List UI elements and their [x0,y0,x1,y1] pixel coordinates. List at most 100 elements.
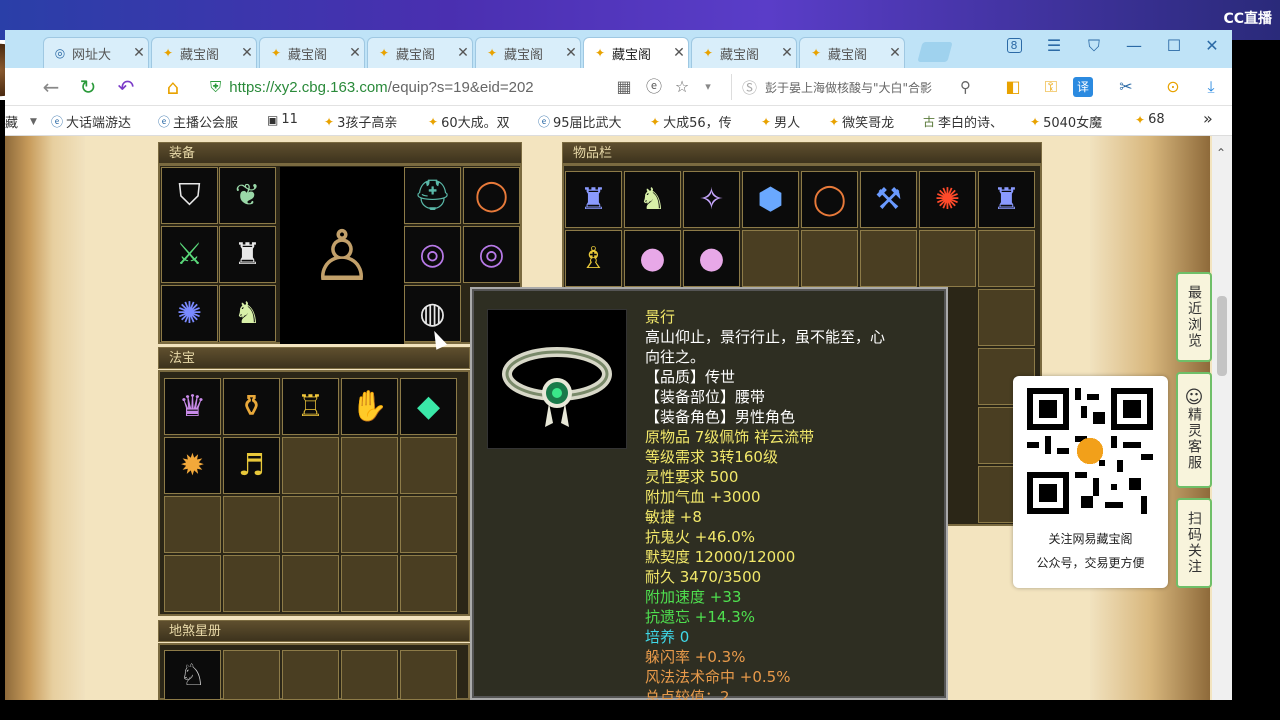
tab-2[interactable]: ✦ 藏宝阁 ✕ [259,37,365,68]
close-icon[interactable]: ✕ [562,45,580,61]
key-icon[interactable]: ⚿ [1038,75,1064,99]
bookmark-8[interactable]: ✦ 男人 [761,112,800,132]
search-input[interactable]: Ⓢ 彭于晏上海做核酸与"大白"合影 ⚲ [731,74,985,100]
more-icon[interactable]: ⊙ [1160,75,1186,99]
tab-1[interactable]: ✦ 藏宝阁 ✕ [151,37,257,68]
fabao-slot-3[interactable]: ♖ [282,378,339,435]
equip-slot-ring2[interactable]: ◯ [463,167,520,224]
close-icon[interactable]: ✕ [454,45,472,61]
chevron-down-icon[interactable]: ▾ [695,75,721,99]
bookmark-3[interactable]: ▣ 11 [267,112,298,127]
equip-slot-boots[interactable]: ♞ [219,285,276,342]
fabao-slot-2[interactable]: ⚱ [223,378,280,435]
close-window-button[interactable]: ✕ [1198,34,1226,58]
close-icon[interactable]: ✕ [778,45,796,61]
inventory-slot-6[interactable]: ⚒ [860,171,917,228]
new-tab-button[interactable] [917,42,953,62]
star-slot-empty[interactable] [341,650,398,700]
inventory-slot-5[interactable]: ◯ [801,171,858,228]
equip-slot-armor[interactable]: ♜ [219,226,276,283]
equip-slot-bracelet1[interactable]: ◎ [404,226,461,283]
tab-0[interactable]: ◎ 网址大 ✕ [43,37,149,68]
inventory-slot-1[interactable]: ♜ [565,171,622,228]
fabao-slot-7[interactable]: ♬ [223,437,280,494]
recent-views-button[interactable]: 最近浏览 [1176,272,1212,362]
more-bookmarks-icon[interactable]: » [1203,109,1213,128]
star-slot-1[interactable]: ♘ [164,650,221,700]
refresh-icon[interactable]: ↻ [75,75,101,99]
bookmark-1[interactable]: ⓔ 大话端游达 [51,112,131,131]
close-icon[interactable]: ✕ [238,45,256,61]
qr-scan-icon[interactable]: ▦ [611,75,637,99]
equip-slot-ring1[interactable]: ⛑ [404,167,461,224]
inventory-slot-4[interactable]: ⬢ [742,171,799,228]
fabao-slot-empty[interactable] [341,437,398,494]
equip-slot-necklace[interactable]: ❦ [219,167,276,224]
fairy-service-button[interactable]: ☺ 精灵客服 [1176,372,1212,488]
fabao-slot-empty[interactable] [282,496,339,553]
tab-6[interactable]: ✦ 藏宝阁 ✕ [691,37,797,68]
equip-slot-accessory[interactable]: ✺ [161,285,218,342]
maximize-button[interactable]: ☐ [1160,34,1188,58]
extension-icon[interactable]: ◧ [1000,75,1026,99]
bookmark-5[interactable]: ✦ 60大成。双 [428,112,510,132]
scan-follow-button[interactable]: 扫码关注 [1176,498,1212,588]
tab-count-badge[interactable]: 8 [1000,34,1028,58]
close-icon[interactable]: ✕ [886,45,904,61]
equip-slot-weapon[interactable]: ⚔ [161,226,218,283]
skin-icon[interactable]: ⛉ [1080,34,1108,58]
reader-icon[interactable]: ⓔ [641,75,667,99]
fabao-slot-empty[interactable] [341,555,398,612]
inventory-slot-9[interactable]: ♗ [565,230,622,287]
fabao-slot-empty[interactable] [223,496,280,553]
fabao-slot-6[interactable]: ✹ [164,437,221,494]
star-slot-empty[interactable] [400,650,457,700]
fabao-slot-1[interactable]: ♛ [164,378,221,435]
translate-icon[interactable]: 译 [1073,77,1093,97]
home-icon[interactable]: ⌂ [160,75,186,99]
close-icon[interactable]: ✕ [130,45,148,61]
inventory-slot-empty[interactable] [919,230,976,287]
fabao-slot-empty[interactable] [223,555,280,612]
inventory-slot-empty[interactable] [801,230,858,287]
bookmark-9[interactable]: ✦ 微笑哥龙 [829,112,894,132]
back-icon[interactable]: ← [38,75,64,99]
star-slot-empty[interactable] [223,650,280,700]
bookmark-6[interactable]: ⓔ 95届比武大 [538,112,622,131]
download-icon[interactable]: ⤓ [1198,75,1224,99]
fabao-slot-empty[interactable] [400,496,457,553]
close-icon[interactable]: ✕ [670,45,688,61]
undo-icon[interactable]: ↶ [113,75,139,99]
page-scrollbar[interactable]: ⌃ [1212,136,1232,700]
inventory-slot-empty[interactable] [978,289,1035,346]
search-icon[interactable]: ⚲ [960,78,971,96]
equip-slot-hat[interactable]: ⛉ [161,167,218,224]
inventory-slot-8[interactable]: ♜ [978,171,1035,228]
bookmark-4[interactable]: ✦ 3孩子高亲 [324,112,397,132]
fabao-slot-5[interactable]: ◆ [400,378,457,435]
fabao-slot-empty[interactable] [282,555,339,612]
scissors-icon[interactable]: ✂ [1113,75,1139,99]
qr-follow-widget[interactable]: 关注网易藏宝阁 公众号，交易更方便 [1013,376,1168,588]
menu-icon[interactable]: ☰ [1040,34,1068,58]
inventory-slot-7[interactable]: ✺ [919,171,976,228]
minimize-button[interactable]: — [1120,34,1148,58]
inventory-slot-empty[interactable] [860,230,917,287]
inventory-slot-10[interactable]: ● [624,230,681,287]
bookmark-0[interactable]: 藏 ▼ [5,112,37,131]
tab-5-active[interactable]: ✦ 藏宝阁 ✕ [583,37,689,68]
fabao-slot-empty[interactable] [282,437,339,494]
inventory-slot-3[interactable]: ✧ [683,171,740,228]
fabao-slot-4[interactable]: ✋ [341,378,398,435]
tab-4[interactable]: ✦ 藏宝阁 ✕ [475,37,581,68]
tab-3[interactable]: ✦ 藏宝阁 ✕ [367,37,473,68]
bookmark-10[interactable]: 古李白的诗、 [923,112,1003,131]
inventory-slot-empty[interactable] [978,230,1035,287]
scroll-thumb[interactable] [1217,296,1227,376]
bookmark-11[interactable]: ✦ 5040女魔 [1030,112,1102,132]
bookmark-7[interactable]: ✦ 大成56，传 [650,112,732,132]
inventory-slot-11[interactable]: ● [683,230,740,287]
fabao-slot-empty[interactable] [400,555,457,612]
star-slot-empty[interactable] [282,650,339,700]
star-icon[interactable]: ☆ [669,75,695,99]
